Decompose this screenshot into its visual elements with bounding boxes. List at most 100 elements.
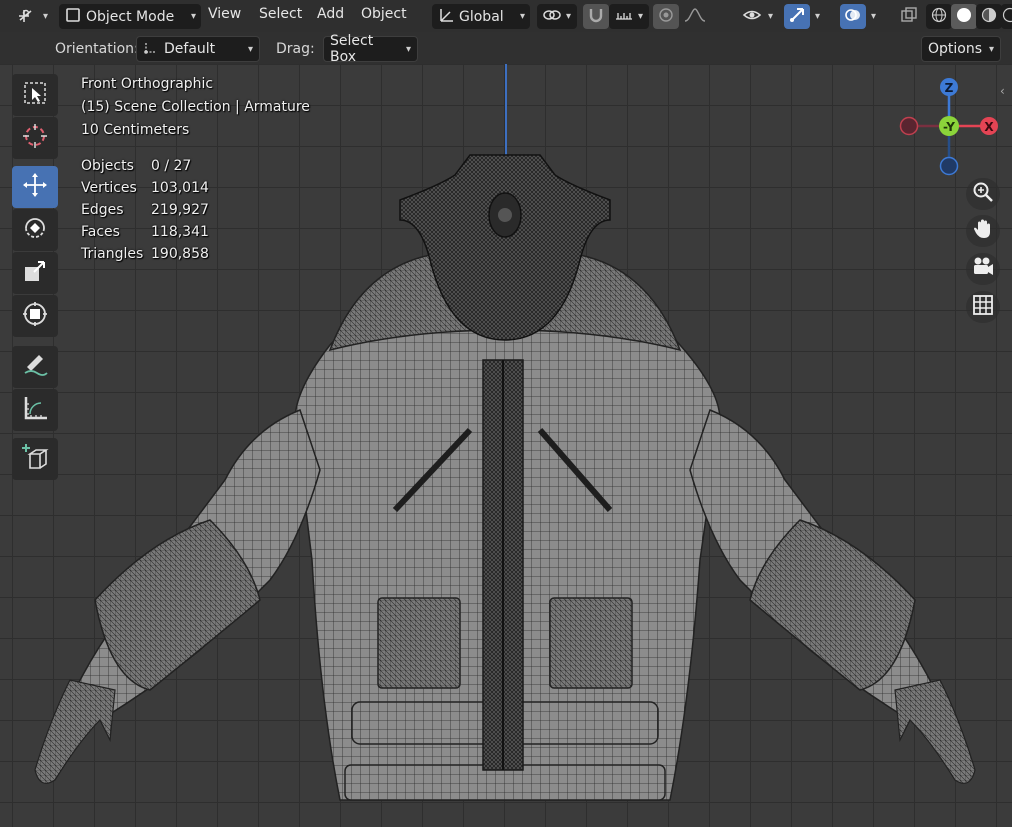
chevron-down-icon: ▾	[638, 11, 644, 22]
menu-view[interactable]: View	[208, 6, 241, 22]
ortho-toggle-button[interactable]	[966, 291, 1000, 323]
camera-icon	[971, 256, 995, 282]
gizmo-arrow-icon	[788, 6, 806, 28]
orientation-gizmo-icon	[143, 39, 159, 59]
material-sphere-icon	[981, 7, 997, 27]
orientation-dropdown[interactable]: Default ▾	[136, 36, 260, 62]
pan-button[interactable]	[966, 215, 1000, 247]
tool-measure[interactable]	[12, 389, 58, 431]
shading-material-button[interactable]	[976, 4, 1002, 29]
chevron-down-icon: ▾	[988, 43, 994, 55]
object-mode-icon	[64, 6, 82, 28]
menu-add[interactable]: Add	[317, 6, 344, 22]
3d-viewport[interactable]: Front Orthographic (15) Scene Collection…	[0, 64, 1012, 827]
stat-label-objects: Objects	[81, 158, 134, 174]
sidebar-toggle-chevron-icon[interactable]: ‹	[1000, 84, 1012, 100]
rendered-sphere-icon	[1002, 7, 1012, 27]
mode-dropdown[interactable]: Object Mode ▾	[59, 4, 201, 29]
menu-object[interactable]: Object	[361, 6, 407, 22]
tool-scale[interactable]	[12, 252, 58, 294]
stat-label-edges: Edges	[81, 202, 124, 218]
orientation-label: Global	[459, 8, 504, 25]
drag-label: Drag:	[276, 41, 315, 57]
gizmo-x-label: X	[984, 120, 994, 134]
measure-ruler-icon	[21, 394, 49, 426]
overlays-dropdown[interactable]: ▾	[866, 4, 888, 29]
camera-view-button[interactable]	[966, 253, 1000, 285]
tool-move[interactable]	[12, 166, 58, 208]
falloff-curve-icon	[684, 7, 706, 27]
right-pocket	[549, 597, 633, 689]
menu-select[interactable]: Select	[259, 6, 302, 22]
viewport-editor-icon	[17, 6, 39, 28]
proportional-falloff-dropdown[interactable]	[679, 4, 719, 29]
proportional-edit-toggle[interactable]	[653, 4, 679, 29]
chevron-down-icon: ▾	[566, 11, 572, 22]
chevron-down-icon: ▾	[519, 11, 525, 22]
rotate-icon	[21, 214, 49, 246]
stat-value-vertices: 103,014	[151, 180, 209, 196]
stat-label-triangles: Triangles	[81, 246, 144, 262]
chevron-down-icon: ▾	[405, 43, 411, 55]
stat-value-triangles: 190,858	[151, 246, 209, 262]
orientation-label: Orientation:	[55, 41, 139, 57]
transform-icon	[21, 300, 49, 332]
tool-cursor[interactable]	[12, 117, 58, 159]
magnet-icon	[587, 6, 605, 28]
snap-increment-icon	[614, 7, 634, 27]
stat-label-faces: Faces	[81, 224, 120, 240]
transform-orientation-dropdown[interactable]: Global ▾	[432, 4, 530, 29]
scale-icon	[22, 258, 48, 288]
tool-rotate[interactable]	[12, 209, 58, 251]
add-cube-icon	[20, 442, 50, 476]
drag-value: Select Box	[330, 33, 374, 65]
viewport-header: ▾ Object Mode ▾ View Select Add Object G…	[0, 0, 1012, 32]
left-pocket	[377, 597, 461, 689]
hand-icon	[972, 218, 994, 244]
stat-value-faces: 118,341	[151, 224, 209, 240]
editor-type-button[interactable]: ▾	[12, 4, 53, 29]
wireframe-sphere-icon	[931, 7, 947, 27]
solid-sphere-icon	[956, 7, 972, 27]
shading-solid-button[interactable]	[951, 4, 977, 29]
orientation-axes-icon	[437, 6, 455, 28]
overlay-circles-icon	[844, 6, 862, 28]
gizmo-neg-x-axis	[899, 116, 919, 136]
shading-rendered-button[interactable]	[1001, 4, 1012, 29]
chevron-down-icon: ▾	[871, 11, 877, 22]
snap-toggle[interactable]	[583, 4, 609, 29]
character-mesh[interactable]	[0, 64, 1012, 827]
move-arrows-icon	[21, 171, 49, 203]
left-hand	[34, 679, 116, 784]
tool-select-box[interactable]	[12, 74, 58, 116]
zoom-magnifier-icon	[972, 181, 994, 207]
gizmo-dropdown[interactable]: ▾	[810, 4, 832, 29]
view-name: Front Orthographic	[81, 76, 214, 92]
xray-icon	[900, 6, 918, 28]
pivot-point-dropdown[interactable]: ▾	[537, 4, 577, 29]
tool-add-cube[interactable]	[12, 438, 58, 480]
tool-annotate[interactable]	[12, 346, 58, 388]
drag-dropdown[interactable]: Select Box ▾	[323, 33, 418, 65]
options-label: Options	[928, 41, 983, 57]
shading-wireframe-button[interactable]	[926, 4, 952, 29]
collection-info: (15) Scene Collection | Armature	[81, 99, 310, 115]
right-hand	[894, 679, 976, 784]
snap-target-dropdown[interactable]: ▾	[609, 4, 649, 29]
chevron-down-icon: ▾	[815, 11, 821, 22]
overlays-toggle[interactable]	[840, 4, 866, 29]
eye-pointer-icon	[742, 7, 764, 27]
annotate-pencil-icon	[21, 351, 49, 383]
chevron-down-icon: ▾	[768, 11, 774, 22]
tool-transform[interactable]	[12, 295, 58, 337]
orientation-value: Default	[164, 41, 216, 57]
gizmo-toggle[interactable]	[784, 4, 810, 29]
navigation-gizmo[interactable]: Z X -Y	[895, 74, 1005, 184]
zoom-button[interactable]	[966, 178, 1000, 210]
grid-scale: 10 Centimeters	[81, 122, 190, 138]
pivot-icon	[542, 7, 562, 27]
chevron-down-icon: ▾	[190, 11, 196, 22]
xray-toggle[interactable]	[896, 4, 922, 29]
object-visibility-dropdown[interactable]: ▾	[737, 4, 779, 29]
options-dropdown[interactable]: Options ▾	[921, 36, 1001, 62]
